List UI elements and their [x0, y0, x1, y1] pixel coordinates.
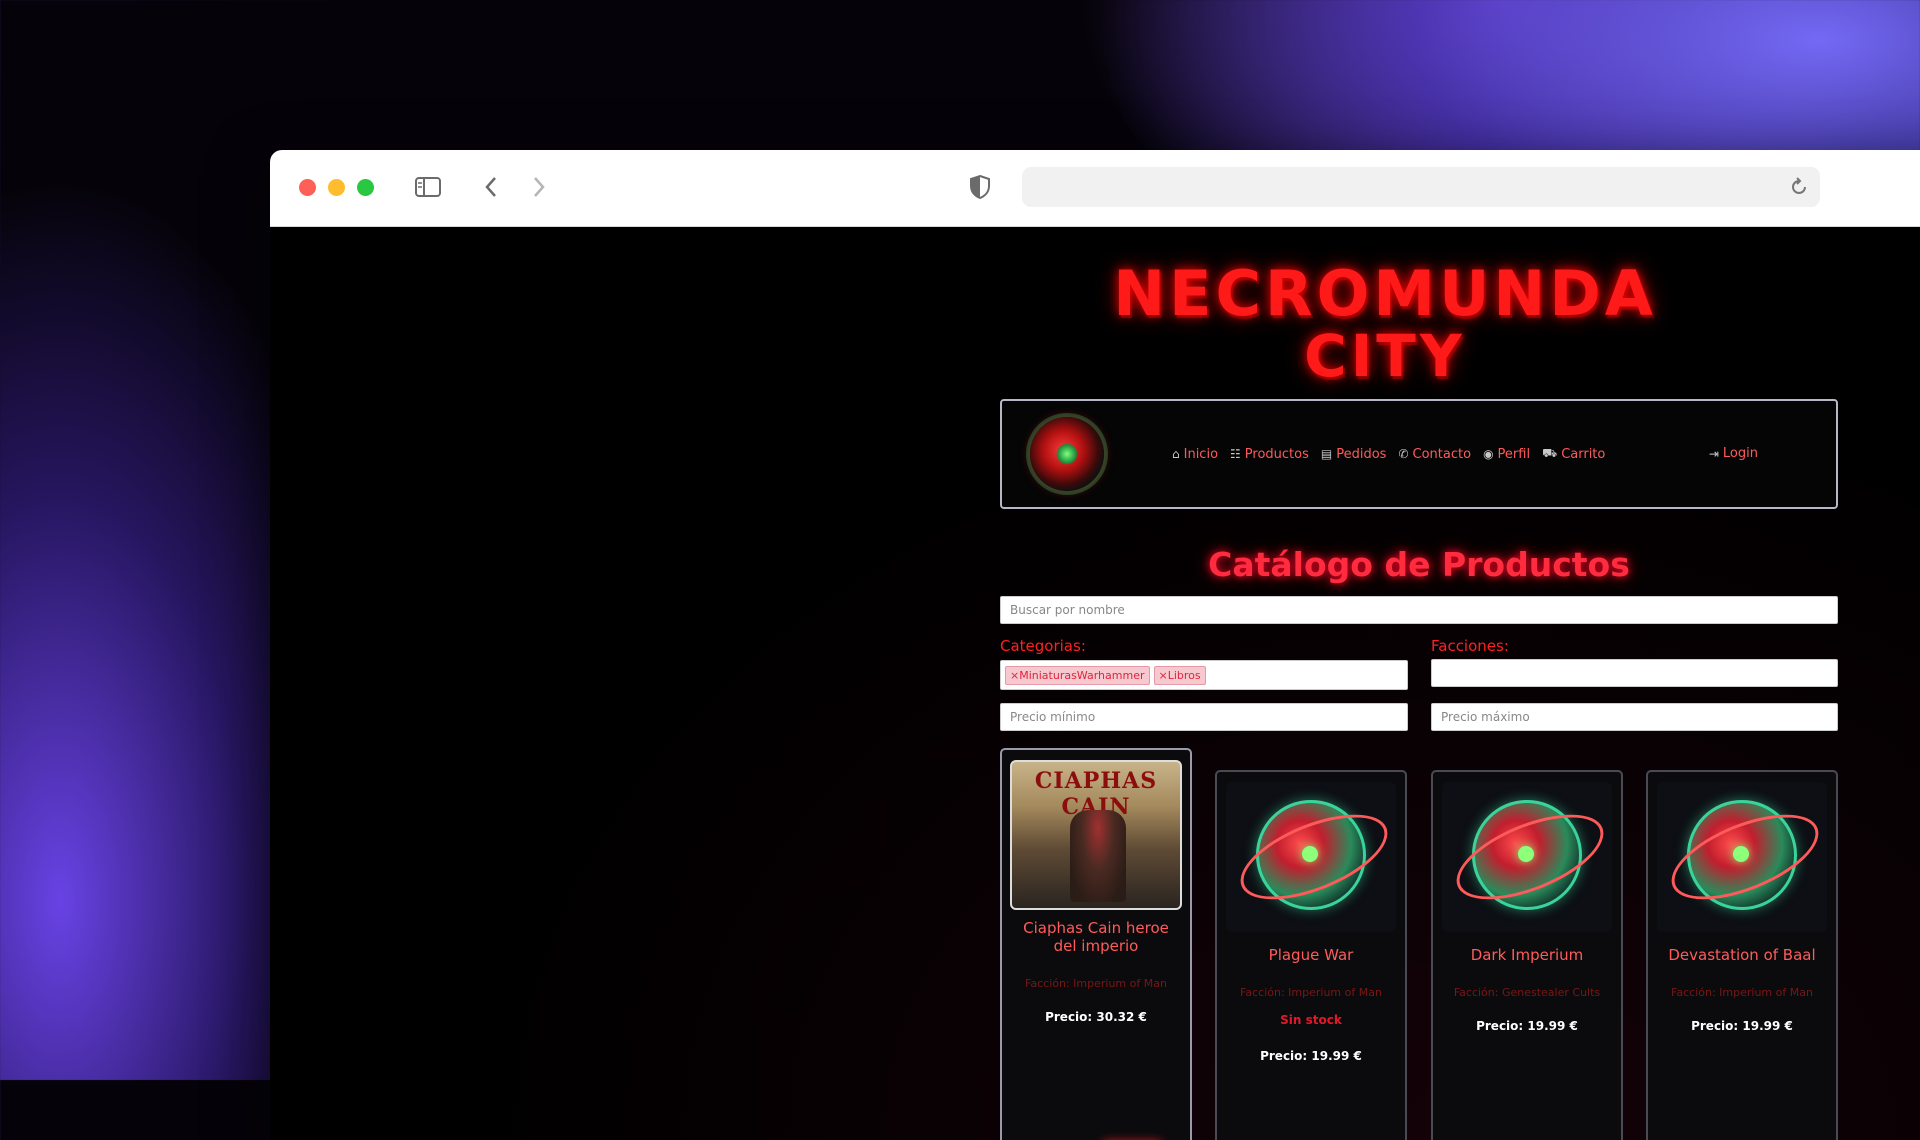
- nav-logo-planet-icon[interactable]: [1030, 417, 1104, 491]
- forward-arrow-icon[interactable]: [526, 170, 552, 204]
- cart-icon: ⛟: [1542, 446, 1558, 460]
- user-icon: ◉: [1483, 447, 1494, 461]
- home-icon: ⌂: [1172, 447, 1180, 461]
- planet-core: [1733, 846, 1749, 862]
- product-card[interactable]: Dark Imperium Facción: Genestealer Cults…: [1431, 770, 1623, 1140]
- nav-link-label: Carrito: [1561, 446, 1606, 462]
- product-price: Precio: 19.99 €: [1691, 1019, 1793, 1033]
- planet-core: [1518, 846, 1534, 862]
- nav-link-inicio[interactable]: ⌂ Inicio: [1172, 446, 1218, 462]
- product-price: Precio: 19.99 €: [1260, 1049, 1362, 1063]
- out-of-stock-label: Sin stock: [1280, 1013, 1342, 1027]
- nav-login-label: Login: [1722, 446, 1758, 461]
- product-faction: Facción: Imperium of Man: [1240, 986, 1382, 999]
- product-card[interactable]: Devastation of Baal Facción: Imperium of…: [1646, 770, 1838, 1140]
- category-chip-miniaturas[interactable]: ×MiniaturasWarhammer: [1005, 665, 1150, 685]
- planet-core: [1302, 846, 1318, 862]
- reload-icon[interactable]: [1790, 176, 1808, 200]
- back-arrow-icon[interactable]: [478, 170, 504, 204]
- privacy-shield-icon[interactable]: [966, 170, 994, 204]
- nav-link-label: Pedidos: [1336, 446, 1387, 462]
- login-icon: ⇥: [1708, 446, 1719, 461]
- product-image-book-cover[interactable]: CIAPHAS CAIN: [1010, 760, 1182, 910]
- product-faction: Facción: Genestealer Cults: [1453, 986, 1601, 999]
- product-image-placeholder[interactable]: [1226, 782, 1396, 932]
- nav-link-label: Productos: [1244, 446, 1309, 462]
- factions-label: Facciones:: [1431, 637, 1509, 655]
- book-cover-figure: [1070, 810, 1126, 902]
- nav-link-perfil[interactable]: ◉ Perfil: [1483, 446, 1530, 462]
- product-image-placeholder[interactable]: [1442, 782, 1612, 932]
- price-max-input[interactable]: Precio máximo: [1431, 703, 1838, 731]
- product-price: Precio: 30.32 €: [1045, 1010, 1147, 1024]
- site-logo-title[interactable]: NECROMUNDA: [1030, 263, 1740, 325]
- nav-link-contacto[interactable]: ✆ Contacto: [1398, 446, 1471, 462]
- product-name[interactable]: Devastation of Baal: [1656, 946, 1828, 964]
- product-card[interactable]: Plague War Facción: Imperium of Man Sin …: [1215, 770, 1407, 1140]
- minimize-window-button[interactable]: [328, 179, 345, 196]
- nav-link-pedidos[interactable]: ▤ Pedidos: [1321, 446, 1387, 462]
- category-chip-libros[interactable]: ×Libros: [1153, 665, 1206, 685]
- product-name[interactable]: Ciaphas Cain heroe del imperio: [1010, 919, 1182, 955]
- product-name[interactable]: Plague War: [1225, 946, 1397, 964]
- page-title: Catálogo de Productos: [1208, 545, 1630, 584]
- product-card[interactable]: CIAPHAS CAIN Ciaphas Cain heroe del impe…: [1000, 748, 1192, 1140]
- nav-link-label: Contacto: [1412, 446, 1472, 462]
- close-window-button[interactable]: [299, 179, 316, 196]
- product-price: Precio: 19.99 €: [1476, 1019, 1578, 1033]
- zoom-window-button[interactable]: [357, 179, 374, 196]
- nav-link-carrito[interactable]: ⛟ Carrito: [1542, 446, 1605, 462]
- products-icon: ☷: [1230, 447, 1241, 461]
- nav-link-login[interactable]: ⇥ Login: [1709, 446, 1758, 461]
- browser-toolbar: [270, 150, 1920, 227]
- page-content: NECROMUNDA CITY ⌂ Inicio ☷ Productos ▤ Pedi…: [270, 227, 1920, 1140]
- product-faction: Facción: Imperium of Man: [1025, 977, 1167, 990]
- phone-icon: ✆: [1398, 447, 1409, 461]
- product-name[interactable]: Dark Imperium: [1441, 946, 1613, 964]
- product-image-placeholder[interactable]: [1657, 782, 1827, 932]
- address-bar[interactable]: [1022, 167, 1820, 207]
- categories-multiselect[interactable]: ×MiniaturasWarhammer ×Libros: [1000, 660, 1408, 690]
- orders-icon: ▤: [1320, 447, 1333, 461]
- nav-link-label: Perfil: [1497, 446, 1531, 462]
- product-faction: Facción: Imperium of Man: [1671, 986, 1813, 999]
- sidebar-toggle-icon[interactable]: [412, 170, 444, 204]
- nav-links: ⌂ Inicio ☷ Productos ▤ Pedidos ✆ Contacto ◉ P…: [1172, 446, 1605, 462]
- price-min-input[interactable]: Precio mínimo: [1000, 703, 1408, 731]
- search-input[interactable]: Buscar por nombre: [1000, 596, 1838, 624]
- main-navbar: ⌂ Inicio ☷ Productos ▤ Pedidos ✆ Contacto ◉ P…: [1000, 399, 1838, 509]
- nav-link-productos[interactable]: ☷ Productos: [1230, 446, 1309, 462]
- categories-label: Categorias:: [1000, 637, 1086, 655]
- browser-window: NECROMUNDA CITY ⌂ Inicio ☷ Productos ▤ Pedi…: [270, 150, 1920, 1140]
- nav-link-label: Inicio: [1183, 446, 1219, 462]
- site-logo-subtitle[interactable]: CITY: [1030, 327, 1740, 385]
- factions-multiselect[interactable]: [1431, 659, 1838, 687]
